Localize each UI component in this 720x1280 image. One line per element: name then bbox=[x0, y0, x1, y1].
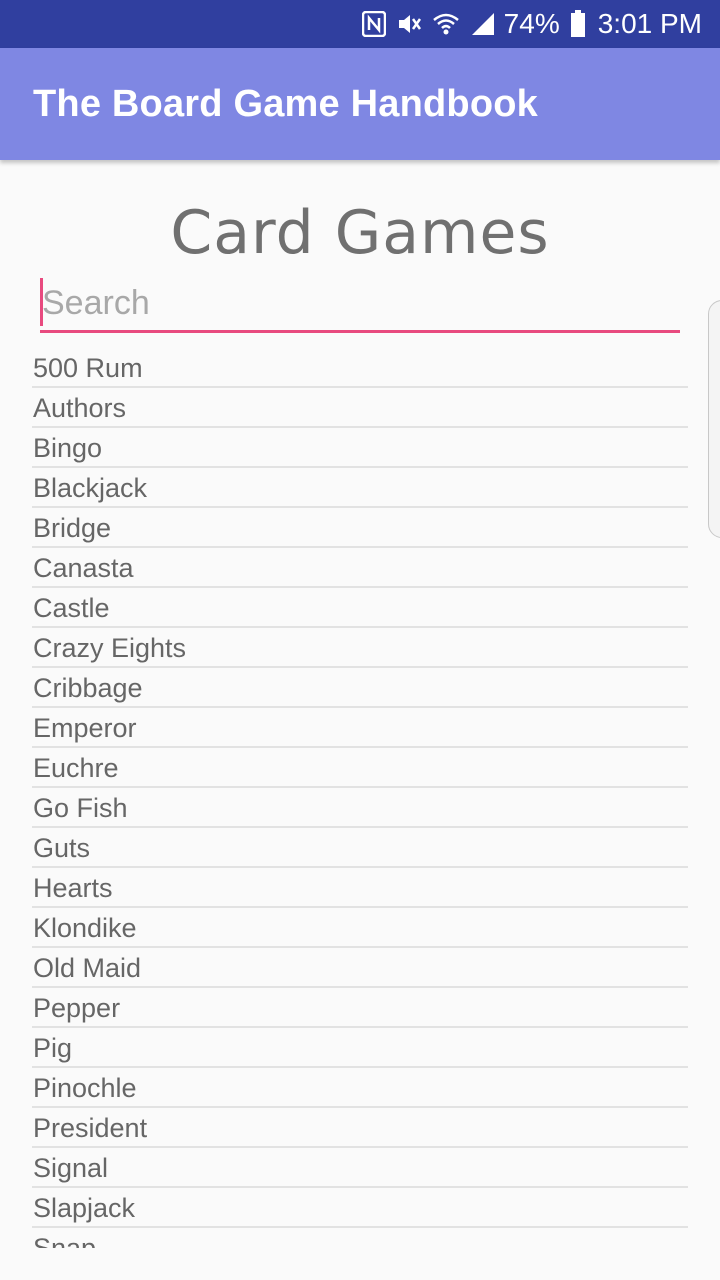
wifi-icon bbox=[432, 11, 460, 37]
list-item[interactable]: Guts bbox=[32, 828, 688, 868]
nfc-icon bbox=[361, 11, 386, 37]
list-item[interactable]: Cribbage bbox=[32, 668, 688, 708]
list-item[interactable]: Go Fish bbox=[32, 788, 688, 828]
app-title: The Board Game Handbook bbox=[33, 82, 539, 125]
game-list[interactable]: 500 Rum Authors Bingo Blackjack Bridge C… bbox=[32, 348, 688, 1248]
list-item[interactable]: President bbox=[32, 1108, 688, 1148]
list-item[interactable]: Bridge bbox=[32, 508, 688, 548]
clock: 3:01 PM bbox=[597, 8, 702, 39]
battery-icon bbox=[570, 10, 586, 38]
signal-icon bbox=[470, 11, 496, 37]
list-item[interactable]: Canasta bbox=[32, 548, 688, 588]
list-item[interactable]: Euchre bbox=[32, 748, 688, 788]
edge-panel-handle[interactable] bbox=[708, 300, 720, 538]
list-item[interactable]: Emperor bbox=[32, 708, 688, 748]
app-bar: The Board Game Handbook bbox=[0, 48, 720, 160]
list-item[interactable]: Castle bbox=[32, 588, 688, 628]
list-item[interactable]: Pepper bbox=[32, 988, 688, 1028]
search-underline bbox=[40, 330, 680, 333]
search-input[interactable] bbox=[40, 278, 680, 328]
list-item[interactable]: Signal bbox=[32, 1148, 688, 1188]
mute-icon bbox=[396, 11, 422, 37]
list-item[interactable]: Slapjack bbox=[32, 1188, 688, 1228]
list-item[interactable]: Pig bbox=[32, 1028, 688, 1068]
search-field[interactable] bbox=[40, 278, 680, 334]
list-item[interactable]: Klondike bbox=[32, 908, 688, 948]
list-item[interactable]: Old Maid bbox=[32, 948, 688, 988]
content-area: Card Games 500 Rum Authors Bingo Blackja… bbox=[0, 160, 720, 1280]
list-item[interactable]: Snap bbox=[32, 1228, 688, 1248]
status-bar: 74% 3:01 PM bbox=[0, 0, 720, 48]
text-cursor bbox=[40, 278, 43, 326]
list-item[interactable]: Blackjack bbox=[32, 468, 688, 508]
list-item[interactable]: Crazy Eights bbox=[32, 628, 688, 668]
list-item[interactable]: 500 Rum bbox=[32, 348, 688, 388]
list-item[interactable]: Bingo bbox=[32, 428, 688, 468]
list-item[interactable]: Pinochle bbox=[32, 1068, 688, 1108]
battery-percentage: 74% bbox=[503, 8, 560, 39]
page-title: Card Games bbox=[170, 198, 550, 268]
list-item[interactable]: Hearts bbox=[32, 868, 688, 908]
list-item[interactable]: Authors bbox=[32, 388, 688, 428]
